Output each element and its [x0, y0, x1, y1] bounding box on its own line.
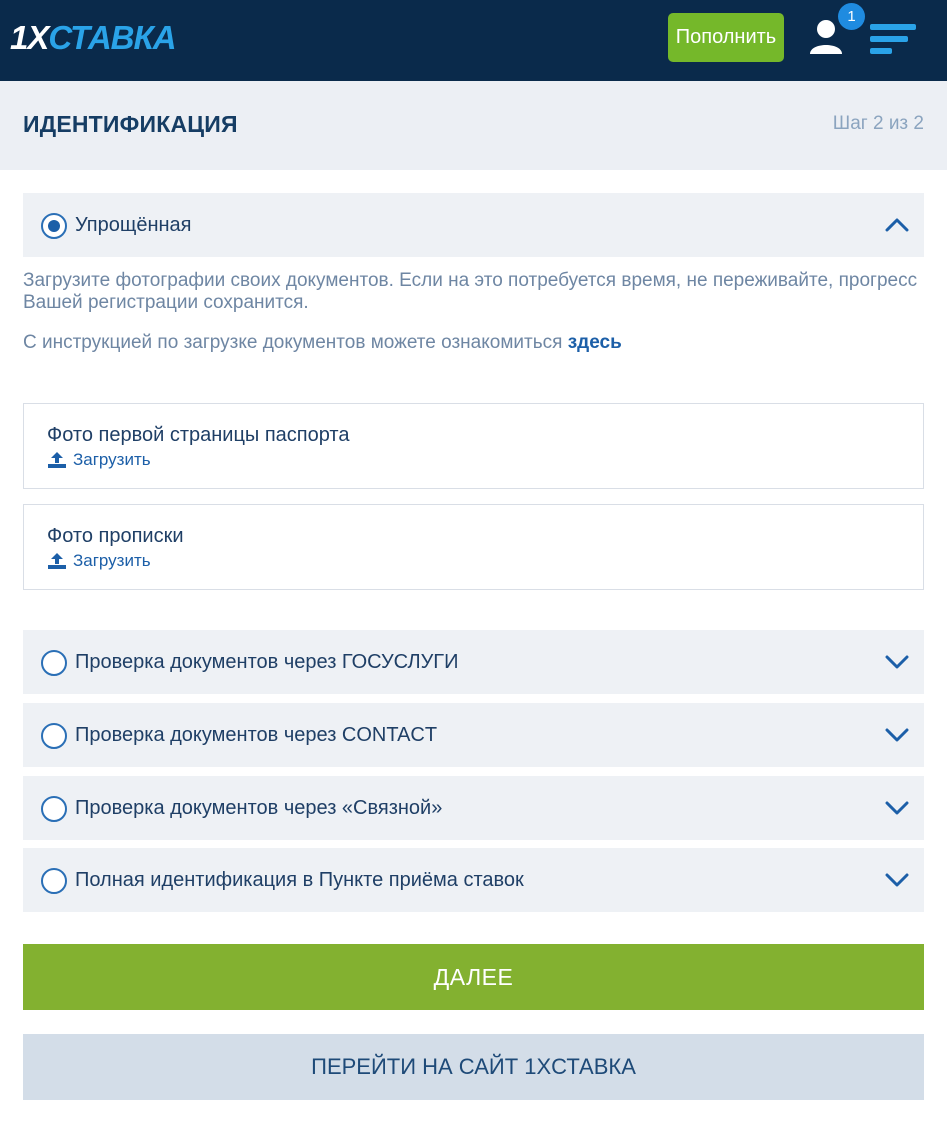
upload-title: Фото прописки [47, 525, 184, 547]
accordion-simplified[interactable]: Упрощённая [23, 193, 924, 257]
upload-title: Фото первой страницы паспорта [47, 424, 350, 446]
instruction-prefix: С инструкцией по загрузке документов мож… [23, 332, 568, 353]
accordion-contact[interactable]: Проверка документов через CONTACT [23, 703, 924, 767]
page-title: ИДЕНТИФИКАЦИЯ [23, 111, 238, 137]
upload-icon [48, 452, 66, 468]
accordion-svyaznoy[interactable]: Проверка документов через «Связной» [23, 776, 924, 840]
menu-button[interactable] [870, 22, 918, 56]
accordion-full-identification[interactable]: Полная идентификация в Пункте приёма ста… [23, 848, 924, 912]
topup-button[interactable]: Пополнить [668, 13, 784, 62]
upload-description: Загрузите фотографии своих документов. Е… [23, 270, 918, 313]
instruction-text: С инструкцией по загрузке документов мож… [23, 332, 923, 354]
menu-icon [870, 24, 916, 54]
logo[interactable]: 1XСТАВКА [10, 19, 177, 56]
chevron-down-icon[interactable] [884, 652, 910, 670]
page-header: ИДЕНТИФИКАЦИЯ Шаг 2 из 2 [0, 81, 947, 170]
go-to-site-button[interactable]: ПЕРЕЙТИ НА САЙТ 1XСТАВКА [23, 1034, 924, 1100]
radio-gosuslugi[interactable] [41, 650, 67, 676]
accordion-label: Проверка документов через «Связной» [75, 797, 443, 819]
chevron-up-icon[interactable] [884, 215, 910, 233]
next-button[interactable]: ДАЛЕЕ [23, 944, 924, 1010]
top-bar: 1XСТАВКА Пополнить 1 [0, 0, 947, 81]
radio-svyaznoy[interactable] [41, 796, 67, 822]
accordion-label: Проверка документов через CONTACT [75, 724, 438, 746]
radio-full-identification[interactable] [41, 868, 67, 894]
upload-label: Загрузить [73, 450, 151, 469]
notification-badge: 1 [838, 3, 865, 30]
logo-part-2: СТАВКА [48, 19, 176, 56]
chevron-down-icon[interactable] [884, 725, 910, 743]
upload-passport: Фото первой страницы паспорта Загрузить [23, 403, 924, 489]
accordion-label: Проверка документов через ГОСУСЛУГИ [75, 651, 459, 673]
accordion-gosuslugi[interactable]: Проверка документов через ГОСУСЛУГИ [23, 630, 924, 694]
accordion-label: Упрощённая [75, 214, 192, 236]
chevron-down-icon[interactable] [884, 870, 910, 888]
step-indicator: Шаг 2 из 2 [832, 113, 924, 134]
upload-registration-button[interactable]: Загрузить [47, 551, 151, 571]
upload-label: Загрузить [73, 551, 151, 570]
upload-icon [48, 553, 66, 569]
upload-registration: Фото прописки Загрузить [23, 504, 924, 590]
accordion-label: Полная идентификация в Пункте приёма ста… [75, 869, 524, 891]
chevron-down-icon[interactable] [884, 798, 910, 816]
logo-part-1: 1X [10, 19, 49, 56]
radio-simplified[interactable] [41, 213, 67, 239]
upload-passport-button[interactable]: Загрузить [47, 450, 151, 470]
instruction-link[interactable]: здесь [568, 332, 622, 353]
radio-contact[interactable] [41, 723, 67, 749]
